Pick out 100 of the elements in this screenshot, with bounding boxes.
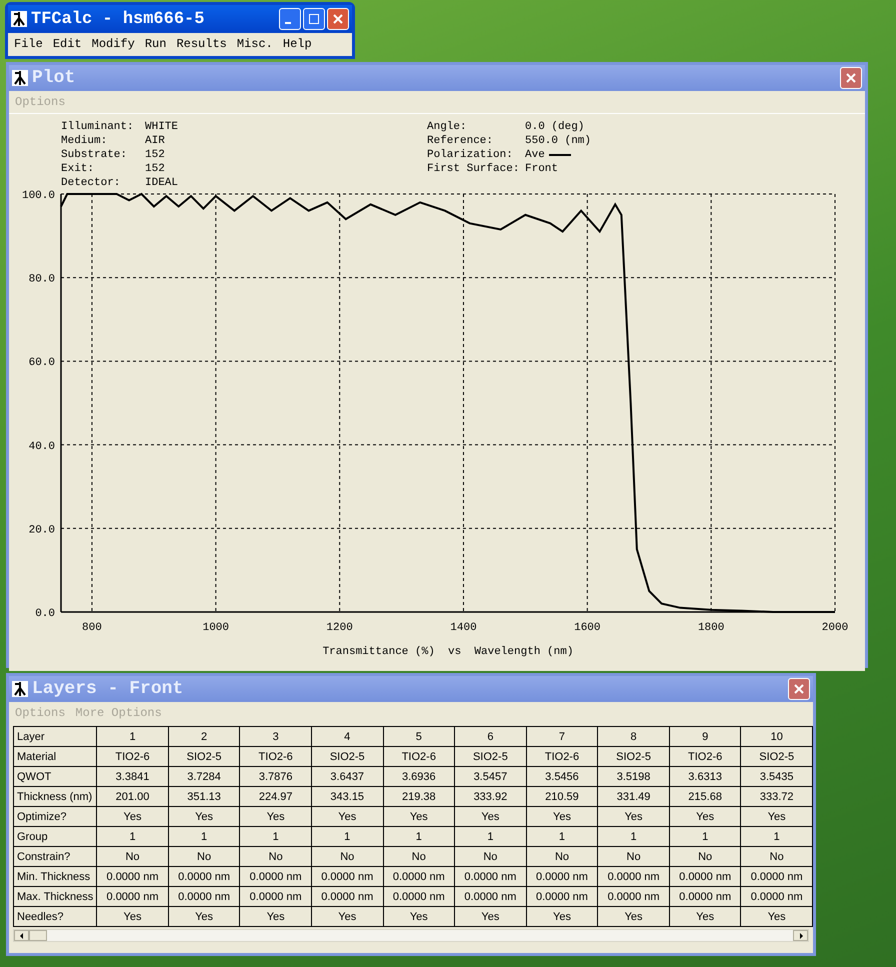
table-cell[interactable]: 1 bbox=[526, 826, 598, 846]
close-button[interactable] bbox=[840, 67, 862, 89]
table-cell[interactable]: No bbox=[96, 846, 168, 866]
table-cell[interactable]: 0.0000 nm bbox=[240, 866, 312, 886]
table-cell[interactable]: 0.0000 nm bbox=[240, 886, 312, 906]
table-cell[interactable]: Yes bbox=[168, 806, 240, 826]
table-cell[interactable]: Yes bbox=[240, 906, 312, 926]
table-cell[interactable]: 7 bbox=[526, 726, 598, 746]
table-cell[interactable]: TIO2-6 bbox=[240, 746, 312, 766]
table-cell[interactable]: 1 bbox=[740, 826, 812, 846]
table-cell[interactable]: 333.92 bbox=[454, 786, 526, 806]
table-cell[interactable]: TIO2-6 bbox=[383, 746, 455, 766]
close-button[interactable] bbox=[788, 678, 810, 700]
menu-item[interactable]: Run bbox=[144, 37, 166, 51]
table-cell[interactable]: 219.38 bbox=[383, 786, 455, 806]
table-cell[interactable]: 210.59 bbox=[526, 786, 598, 806]
menu-item[interactable]: Misc. bbox=[236, 37, 273, 51]
table-cell[interactable]: 3.5456 bbox=[526, 766, 598, 786]
table-cell[interactable]: SIO2-5 bbox=[740, 746, 812, 766]
horizontal-scrollbar[interactable] bbox=[13, 929, 809, 942]
table-cell[interactable]: 2 bbox=[168, 726, 240, 746]
table-cell[interactable]: No bbox=[168, 846, 240, 866]
menu-item[interactable]: Results bbox=[176, 37, 227, 51]
table-cell[interactable]: SIO2-5 bbox=[311, 746, 384, 766]
table-cell[interactable]: 3.6313 bbox=[669, 766, 741, 786]
menu-item[interactable]: Edit bbox=[52, 37, 82, 51]
table-cell[interactable]: 0.0000 nm bbox=[383, 866, 455, 886]
table-cell[interactable]: 3.6437 bbox=[311, 766, 384, 786]
table-cell[interactable]: 9 bbox=[669, 726, 741, 746]
table-cell[interactable]: 10 bbox=[740, 726, 812, 746]
close-button[interactable] bbox=[327, 8, 349, 30]
table-cell[interactable]: 4 bbox=[311, 726, 384, 746]
table-cell[interactable]: 0.0000 nm bbox=[598, 866, 670, 886]
table-cell[interactable]: 343.15 bbox=[311, 786, 384, 806]
table-cell[interactable]: No bbox=[240, 846, 312, 866]
table-cell[interactable]: Yes bbox=[96, 906, 168, 926]
table-cell[interactable]: 331.49 bbox=[598, 786, 670, 806]
table-cell[interactable]: No bbox=[454, 846, 526, 866]
table-cell[interactable]: 0.0000 nm bbox=[96, 866, 168, 886]
table-cell[interactable]: Yes bbox=[454, 806, 526, 826]
menu-item[interactable]: Help bbox=[282, 37, 312, 51]
table-cell[interactable]: 0.0000 nm bbox=[526, 866, 598, 886]
table-cell[interactable]: 3.7876 bbox=[240, 766, 312, 786]
table-cell[interactable]: 0.0000 nm bbox=[454, 866, 526, 886]
table-cell[interactable]: Yes bbox=[598, 906, 670, 926]
table-cell[interactable]: 0.0000 nm bbox=[96, 886, 168, 906]
minimize-button[interactable] bbox=[279, 8, 301, 30]
table-cell[interactable]: 0.0000 nm bbox=[311, 886, 384, 906]
menu-item[interactable]: Modify bbox=[92, 37, 135, 51]
table-cell[interactable]: Yes bbox=[740, 906, 812, 926]
table-cell[interactable]: 3.7284 bbox=[168, 766, 240, 786]
table-cell[interactable]: No bbox=[311, 846, 384, 866]
table-cell[interactable]: 0.0000 nm bbox=[168, 886, 240, 906]
table-cell[interactable]: 3 bbox=[240, 726, 312, 746]
table-cell[interactable]: Yes bbox=[311, 906, 384, 926]
table-cell[interactable]: 0.0000 nm bbox=[168, 866, 240, 886]
table-cell[interactable]: 351.13 bbox=[168, 786, 240, 806]
table-cell[interactable]: Yes bbox=[383, 806, 455, 826]
table-cell[interactable]: 3.3841 bbox=[96, 766, 168, 786]
table-cell[interactable]: Yes bbox=[669, 806, 741, 826]
table-cell[interactable]: 3.5198 bbox=[598, 766, 670, 786]
table-cell[interactable]: 1 bbox=[598, 826, 670, 846]
table-cell[interactable]: Yes bbox=[96, 806, 168, 826]
table-cell[interactable]: SIO2-5 bbox=[598, 746, 670, 766]
table-cell[interactable]: 0.0000 nm bbox=[669, 886, 741, 906]
table-cell[interactable]: 0.0000 nm bbox=[454, 886, 526, 906]
table-cell[interactable]: 0.0000 nm bbox=[383, 886, 455, 906]
table-cell[interactable]: 1 bbox=[168, 826, 240, 846]
table-cell[interactable]: 215.68 bbox=[669, 786, 741, 806]
menu-item[interactable]: File bbox=[14, 37, 43, 51]
table-cell[interactable]: TIO2-6 bbox=[526, 746, 598, 766]
table-cell[interactable]: 3.5457 bbox=[454, 766, 526, 786]
table-cell[interactable]: 3.6936 bbox=[383, 766, 455, 786]
table-cell[interactable]: Yes bbox=[168, 906, 240, 926]
table-cell[interactable]: 1 bbox=[96, 826, 168, 846]
scroll-thumb[interactable] bbox=[29, 930, 47, 941]
table-cell[interactable]: 1 bbox=[383, 826, 455, 846]
table-cell[interactable]: SIO2-5 bbox=[168, 746, 240, 766]
table-cell[interactable]: 0.0000 nm bbox=[740, 886, 812, 906]
table-cell[interactable]: No bbox=[740, 846, 812, 866]
table-cell[interactable]: 1 bbox=[311, 826, 384, 846]
table-cell[interactable]: Yes bbox=[311, 806, 384, 826]
table-cell[interactable]: Yes bbox=[454, 906, 526, 926]
table-cell[interactable]: No bbox=[598, 846, 670, 866]
table-cell[interactable]: No bbox=[526, 846, 598, 866]
table-cell[interactable]: 0.0000 nm bbox=[311, 866, 384, 886]
table-cell[interactable]: TIO2-6 bbox=[669, 746, 741, 766]
table-cell[interactable]: No bbox=[383, 846, 455, 866]
table-cell[interactable]: 5 bbox=[383, 726, 455, 746]
table-cell[interactable]: TIO2-6 bbox=[96, 746, 168, 766]
table-cell[interactable]: 3.5435 bbox=[740, 766, 812, 786]
table-cell[interactable]: 224.97 bbox=[240, 786, 312, 806]
table-cell[interactable]: 333.72 bbox=[740, 786, 812, 806]
table-cell[interactable]: Yes bbox=[240, 806, 312, 826]
table-cell[interactable]: 0.0000 nm bbox=[669, 866, 741, 886]
table-cell[interactable]: Yes bbox=[669, 906, 741, 926]
table-cell[interactable]: Yes bbox=[383, 906, 455, 926]
table-cell[interactable]: 1 bbox=[96, 726, 168, 746]
table-cell[interactable]: 0.0000 nm bbox=[740, 866, 812, 886]
table-cell[interactable]: 0.0000 nm bbox=[526, 886, 598, 906]
